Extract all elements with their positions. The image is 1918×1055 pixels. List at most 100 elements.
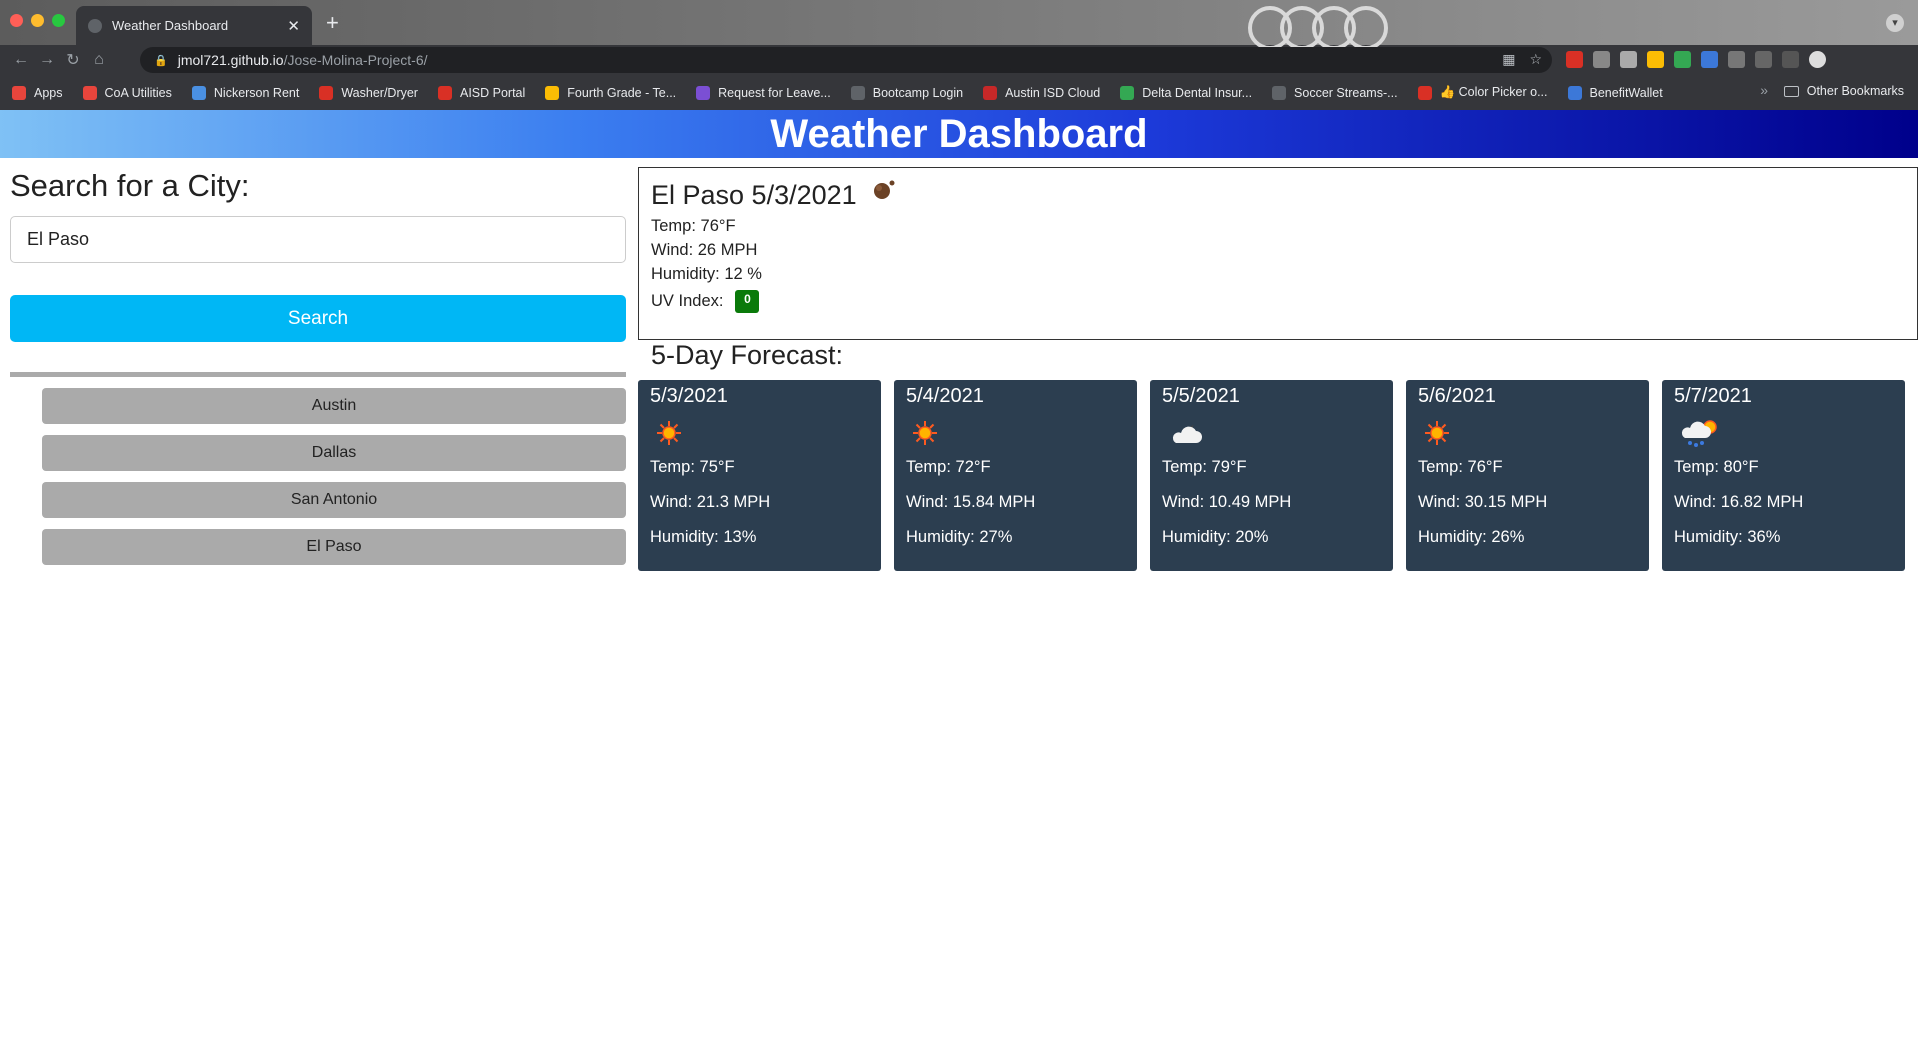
other-bookmarks-folder[interactable]: Other Bookmarks: [1783, 84, 1904, 98]
bookmark-item[interactable]: Soccer Streams-...: [1272, 85, 1398, 100]
haze-icon: [871, 178, 897, 207]
forecast-cards: 5/3/2021 Temp: 75°F Wind: 21.3 MPH Humidity…: [638, 380, 1905, 571]
bookmark-label: Delta Dental Insur...: [1142, 85, 1253, 100]
bookmark-label: 👍 Color Picker o...: [1439, 85, 1548, 99]
bookmark-label: Washer/Dryer: [341, 85, 418, 100]
extension-icon[interactable]: [1593, 51, 1610, 68]
forecast-temp: Temp: 80°F: [1674, 458, 1759, 476]
history-city-button[interactable]: El Paso: [42, 529, 626, 565]
extension-icon[interactable]: [1620, 51, 1637, 68]
bookmark-item[interactable]: CoA Utilities: [82, 85, 172, 100]
uv-index-label: UV Index:: [651, 292, 724, 310]
forecast-humidity: Humidity: 36%: [1674, 528, 1781, 546]
adblock-extension-icon[interactable]: [1566, 51, 1583, 68]
bookmark-item[interactable]: Bootcamp Login: [850, 85, 963, 100]
extension-icon[interactable]: [1728, 51, 1745, 68]
current-humidity: Humidity: 12 %: [651, 265, 762, 283]
bookmark-item[interactable]: BenefitWallet: [1567, 85, 1663, 100]
current-city-date: El Paso 5/3/2021: [651, 180, 857, 210]
forecast-temp: Temp: 76°F: [1418, 458, 1503, 476]
bookmark-item[interactable]: Washer/Dryer: [319, 85, 418, 100]
search-history: Austin Dallas San Antonio El Paso: [42, 388, 626, 565]
forecast-card: 5/5/2021 Temp: 79°F Wind: 10.49 MPH Humidit…: [1150, 380, 1393, 571]
rain-sun-icon: [1680, 408, 1893, 458]
bookmark-favicon-icon: [191, 85, 206, 100]
cast-icon[interactable]: [1782, 51, 1799, 68]
tab-strip: Weather Dashboard ✕ + ▾: [0, 0, 1918, 50]
bookmark-label: BenefitWallet: [1589, 85, 1663, 100]
window-controls: [10, 14, 65, 27]
current-wind: Wind: 26 MPH: [651, 241, 758, 259]
puzzle-icon[interactable]: [1755, 51, 1772, 68]
forecast-wind: Wind: 15.84 MPH: [906, 493, 1036, 511]
folder-icon: [1783, 85, 1799, 97]
forward-arrow-icon[interactable]: →: [34, 51, 60, 69]
bookmark-item[interactable]: 👍 Color Picker o...: [1417, 85, 1548, 100]
forecast-card: 5/6/2021 Temp: 76°F Wind: 30.15 MPH Humidit…: [1406, 380, 1649, 571]
home-icon[interactable]: ⌂: [86, 51, 112, 69]
forecast-humidity: Humidity: 13%: [650, 528, 757, 546]
cloud-night-icon: [1168, 408, 1381, 458]
drive-extension-icon[interactable]: [1674, 51, 1691, 68]
city-search-input[interactable]: [10, 216, 626, 263]
more-bookmarks-chevron-icon[interactable]: »: [1760, 82, 1768, 98]
tab-search-icon[interactable]: ▾: [1886, 14, 1904, 32]
maximize-window-button[interactable]: [52, 14, 65, 27]
forecast-date: 5/6/2021: [1418, 385, 1496, 407]
address-bar[interactable]: 🔒 jmol721.github.io /Jose-Molina-Project…: [140, 47, 1552, 73]
reload-icon[interactable]: ↻: [60, 50, 86, 70]
history-city-button[interactable]: San Antonio: [42, 482, 626, 518]
forecast-card: 5/7/2021 Temp: 80°F Wind: 16.82 MPH Humidit…: [1662, 380, 1905, 571]
bookmark-label: Soccer Streams-...: [1294, 85, 1398, 100]
bookmark-item[interactable]: Austin ISD Cloud: [983, 85, 1101, 100]
minimize-window-button[interactable]: [31, 14, 44, 27]
bookmark-item[interactable]: Delta Dental Insur...: [1120, 85, 1253, 100]
qr-code-icon[interactable]: ▦: [1502, 51, 1515, 68]
bookmark-favicon-icon: [1120, 85, 1135, 100]
back-arrow-icon[interactable]: ←: [8, 51, 34, 69]
forecast-humidity: Humidity: 20%: [1162, 528, 1269, 546]
sun-icon: [656, 408, 869, 458]
url-path: /Jose-Molina-Project-6/: [283, 52, 428, 68]
bookmark-favicon-icon: [1567, 85, 1582, 100]
bookmark-item[interactable]: Nickerson Rent: [191, 85, 300, 100]
profile-avatar[interactable]: [1809, 51, 1826, 68]
new-tab-button[interactable]: +: [326, 10, 339, 36]
bookmark-star-icon[interactable]: ☆: [1529, 51, 1542, 68]
bookmark-label: CoA Utilities: [104, 85, 172, 100]
url-host: jmol721.github.io: [177, 52, 284, 68]
sun-icon: [1424, 408, 1637, 458]
search-heading: Search for a City:: [10, 168, 250, 203]
bookmark-item[interactable]: Request for Leave...: [696, 85, 831, 100]
bookmark-label: Apps: [34, 85, 63, 100]
bookmark-favicon-icon: [319, 85, 334, 100]
bookmark-item[interactable]: Fourth Grade - Te...: [545, 85, 676, 100]
other-bookmarks-label: Other Bookmarks: [1806, 84, 1904, 98]
bookmark-favicon-icon: [1417, 85, 1432, 100]
history-city-button[interactable]: Dallas: [42, 435, 626, 471]
forecast-date: 5/3/2021: [650, 385, 728, 407]
forecast-title: 5-Day Forecast:: [651, 340, 844, 370]
bookmark-favicon-icon: [696, 85, 711, 100]
bookmark-favicon-icon: [983, 85, 998, 100]
extension-icon[interactable]: [1701, 51, 1718, 68]
divider: [10, 372, 626, 377]
extension-icon[interactable]: [1647, 51, 1664, 68]
bookmark-label: Austin ISD Cloud: [1005, 85, 1101, 100]
close-window-button[interactable]: [10, 14, 23, 27]
close-tab-icon[interactable]: ✕: [287, 17, 300, 35]
forecast-date: 5/7/2021: [1674, 385, 1752, 407]
bookmark-item[interactable]: AISD Portal: [437, 85, 525, 100]
bookmark-favicon-icon: [850, 85, 865, 100]
search-button[interactable]: Search: [10, 295, 626, 342]
bookmark-label: Nickerson Rent: [213, 85, 300, 100]
bookmark-favicon-icon: [12, 85, 26, 100]
forecast-temp: Temp: 75°F: [650, 458, 735, 476]
lock-icon: 🔒: [154, 54, 168, 67]
globe-icon: [88, 18, 102, 33]
browser-tab[interactable]: Weather Dashboard ✕: [76, 6, 312, 45]
history-city-button[interactable]: Austin: [42, 388, 626, 424]
forecast-humidity: Humidity: 26%: [1418, 528, 1525, 546]
bookmark-item[interactable]: Apps: [12, 85, 63, 100]
forecast-date: 5/5/2021: [1162, 385, 1240, 407]
